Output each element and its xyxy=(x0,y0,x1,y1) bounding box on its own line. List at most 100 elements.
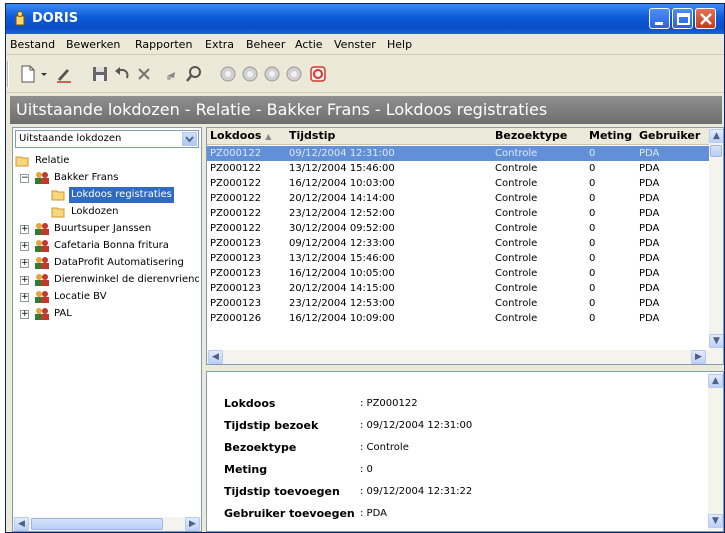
table-row[interactable]: PZ000123 13/12/2004 15:46:00 Controle 0 PDA xyxy=(207,251,723,266)
table-row[interactable]: PZ000123 20/12/2004 14:15:00 Controle 0 PDA xyxy=(207,281,723,296)
dropdown-arrow-icon[interactable] xyxy=(39,64,49,84)
table-cell-bezoektype: Controle xyxy=(495,268,538,279)
table-vertical-scrollbar[interactable]: ▲ ▼ xyxy=(709,128,723,350)
tree-item-lokdoos-registraties[interactable]: Lokdoos registraties xyxy=(15,187,195,203)
expand-icon[interactable]: + xyxy=(20,259,29,268)
table-row[interactable]: PZ000122 09/12/2004 12:31:00 Controle 0 PDA xyxy=(207,146,723,161)
table-row[interactable]: PZ000122 23/12/2004 12:52:00 Controle 0 PDA xyxy=(207,206,723,221)
tree-item-dierenwinkel-de-dierenvriend[interactable]: + Dierenwinkel de dierenvriend xyxy=(15,272,199,288)
column-header-gebruiker[interactable]: Gebruiker xyxy=(639,129,700,142)
column-header-bezoektype[interactable]: Bezoektype xyxy=(495,129,567,142)
nav-next-icon[interactable] xyxy=(262,64,282,84)
table-cell-tijdstip: 16/12/2004 10:03:00 xyxy=(289,178,395,189)
expand-icon[interactable]: + xyxy=(20,242,29,251)
table-row[interactable]: PZ000122 13/12/2004 15:46:00 Controle 0 PDA xyxy=(207,161,723,176)
table-cell-meting: 0 xyxy=(589,163,596,174)
tree-panel: Uitstaande lokdozen Relatie − Bakker Fra… xyxy=(12,127,202,532)
search-icon[interactable] xyxy=(184,64,204,84)
tree-item-label: Bakker Frans xyxy=(54,172,119,183)
table-row[interactable]: PZ000122 16/12/2004 10:03:00 Controle 0 PDA xyxy=(207,176,723,191)
delete-icon[interactable] xyxy=(134,64,154,84)
scroll-right-icon[interactable]: ▶ xyxy=(691,350,706,364)
stop-icon[interactable] xyxy=(308,64,328,84)
tree-item-label: PAL xyxy=(54,308,72,319)
menu-rapporten[interactable]: Rapporten xyxy=(135,38,192,51)
nav-first-icon[interactable] xyxy=(218,64,238,84)
tree-item-lokdozen[interactable]: Lokdozen xyxy=(15,204,195,220)
expand-icon[interactable]: + xyxy=(20,310,29,319)
doris-app-icon xyxy=(13,11,27,27)
nav-last-icon[interactable] xyxy=(284,64,304,84)
nav-prev-icon[interactable] xyxy=(240,64,260,84)
table-cell-gebruiker: PDA xyxy=(639,313,660,324)
undo-icon[interactable] xyxy=(112,64,132,84)
table-row[interactable]: PZ000123 09/12/2004 12:33:00 Controle 0 PDA xyxy=(207,236,723,251)
detail-value-meting: : 0 xyxy=(360,464,373,475)
scroll-left-icon[interactable]: ◀ xyxy=(208,350,223,364)
details-vertical-scrollbar[interactable]: ▲ ▼ xyxy=(708,373,723,530)
menu-actie[interactable]: Actie xyxy=(295,38,323,51)
menu-bewerken[interactable]: Bewerken xyxy=(66,38,120,51)
scroll-up-icon[interactable]: ▲ xyxy=(709,129,723,143)
table-cell-bezoektype: Controle xyxy=(495,193,538,204)
table-cell-bezoektype: Controle xyxy=(495,283,538,294)
tree-item-relatie[interactable]: Relatie xyxy=(15,153,195,169)
tree-item-dataprofit-automatisering[interactable]: + DataProfit Automatisering xyxy=(15,255,199,271)
table-row[interactable]: PZ000122 30/12/2004 09:52:00 Controle 0 PDA xyxy=(207,221,723,236)
table-cell-tijdstip: 09/12/2004 12:31:00 xyxy=(289,148,395,159)
tree-item-buurtsuper-janssen[interactable]: + Buurtsuper Janssen xyxy=(15,221,199,237)
scroll-down-icon[interactable]: ▼ xyxy=(709,334,723,348)
table-cell-meting: 0 xyxy=(589,268,596,279)
pointer-icon[interactable] xyxy=(162,64,182,84)
scroll-up-icon[interactable]: ▲ xyxy=(708,374,723,388)
menu-beheer[interactable]: Beheer xyxy=(246,38,285,51)
minimize-button[interactable] xyxy=(649,8,670,29)
edit-pen-icon[interactable] xyxy=(54,64,74,84)
table-cell-tijdstip: 09/12/2004 12:33:00 xyxy=(289,238,395,249)
tree-item-cafetaria-bonna-fritura[interactable]: + Cafetaria Bonna fritura xyxy=(15,238,199,254)
scroll-right-icon[interactable]: ▶ xyxy=(185,517,200,531)
tree-horizontal-scrollbar[interactable]: ◀ ▶ xyxy=(13,517,201,531)
view-select-dropdown-button[interactable] xyxy=(182,132,197,146)
tree-item-locatie-bv[interactable]: + Locatie BV xyxy=(15,289,199,305)
tree-item-label: Buurtsuper Janssen xyxy=(54,223,152,234)
column-header-tijdstip[interactable]: Tijdstip xyxy=(289,129,335,142)
scroll-thumb[interactable] xyxy=(710,145,722,157)
table-cell-gebruiker: PDA xyxy=(639,298,660,309)
tree-item-pal[interactable]: + PAL xyxy=(15,306,199,322)
scroll-down-icon[interactable]: ▼ xyxy=(708,514,723,528)
maximize-button[interactable] xyxy=(672,8,693,29)
title-bar[interactable]: DORIS xyxy=(6,4,724,34)
folder-icon xyxy=(51,207,65,218)
table-cell-bezoektype: Controle xyxy=(495,298,538,309)
menu-venster[interactable]: Venster xyxy=(334,38,376,51)
table-row[interactable]: PZ000123 16/12/2004 10:05:00 Controle 0 PDA xyxy=(207,266,723,281)
expand-icon[interactable]: + xyxy=(20,293,29,302)
view-select[interactable]: Uitstaande lokdozen xyxy=(15,130,199,148)
expand-icon[interactable]: + xyxy=(20,276,29,285)
table-cell-meting: 0 xyxy=(589,253,596,264)
table-horizontal-scrollbar[interactable]: ◀ ▶ xyxy=(207,350,723,364)
scroll-thumb[interactable] xyxy=(31,518,163,530)
table-row[interactable]: PZ000126 16/12/2004 10:09:00 Controle 0 PDA xyxy=(207,311,723,326)
menu-bar: Bestand Bewerken Rapporten Extra Beheer … xyxy=(6,34,724,55)
menu-help[interactable]: Help xyxy=(387,38,412,51)
new-document-icon[interactable] xyxy=(18,64,38,84)
table-cell-tijdstip: 20/12/2004 14:14:00 xyxy=(289,193,395,204)
table-row[interactable]: PZ000123 23/12/2004 12:53:00 Controle 0 PDA xyxy=(207,296,723,311)
table-cell-bezoektype: Controle xyxy=(495,313,538,324)
column-header-meting[interactable]: Meting xyxy=(589,129,632,142)
expand-icon[interactable]: + xyxy=(20,225,29,234)
table-cell-lokdoos: PZ000126 xyxy=(210,313,262,324)
table-cell-tijdstip: 20/12/2004 14:15:00 xyxy=(289,283,395,294)
scroll-left-icon[interactable]: ◀ xyxy=(14,517,29,531)
tree-item-bakker-frans[interactable]: − Bakker Frans xyxy=(15,170,195,186)
save-icon[interactable] xyxy=(90,64,110,84)
table-row[interactable]: PZ000122 20/12/2004 14:14:00 Controle 0 PDA xyxy=(207,191,723,206)
folder-open-icon xyxy=(15,156,29,167)
column-header-lokdoos[interactable]: Lokdoos ▲ xyxy=(210,129,271,142)
menu-bestand[interactable]: Bestand xyxy=(10,38,55,51)
close-button[interactable] xyxy=(695,8,716,29)
collapse-icon[interactable]: − xyxy=(20,174,29,183)
menu-extra[interactable]: Extra xyxy=(205,38,234,51)
